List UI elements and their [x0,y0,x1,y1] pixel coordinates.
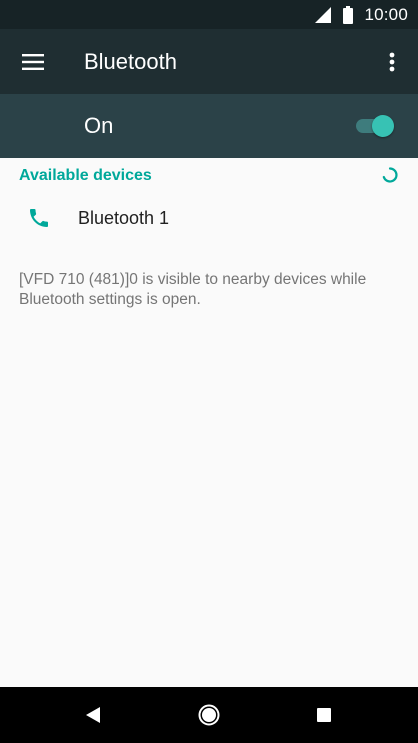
status-indicators: 10:00 [314,0,408,29]
back-icon [86,707,100,723]
available-devices-header: Available devices [19,167,152,184]
recents-icon [317,708,331,722]
navigation-bar [0,687,418,743]
device-item[interactable]: Bluetooth 1 [0,190,418,246]
overflow-menu-button[interactable] [378,43,406,81]
status-bar: 10:00 [0,0,418,29]
page-title: Bluetooth [84,49,177,74]
screen: 10:00 Bluetooth On Available devices Blu… [0,0,418,743]
master-switch-label: On [84,113,114,138]
toolbar: Bluetooth [0,29,418,94]
scanning-spinner-icon [382,167,398,183]
visibility-message: [VFD 710 (481)]0 is visible to nearby de… [19,271,367,308]
menu-button[interactable] [14,43,52,81]
device-name: Bluetooth 1 [78,208,170,228]
hamburger-menu-icon [22,54,44,70]
recents-button[interactable] [294,687,354,743]
bluetooth-master-switch-bar[interactable]: On [0,94,418,158]
home-button[interactable] [179,687,239,743]
home-icon [198,704,220,726]
more-vert-icon [389,52,395,72]
phone-icon [30,209,48,227]
toggle-thumb [372,115,394,137]
battery-icon [343,5,354,24]
signal-icon [315,6,332,23]
back-button[interactable] [63,687,123,743]
status-time: 10:00 [364,4,408,24]
bluetooth-toggle[interactable] [354,115,394,137]
